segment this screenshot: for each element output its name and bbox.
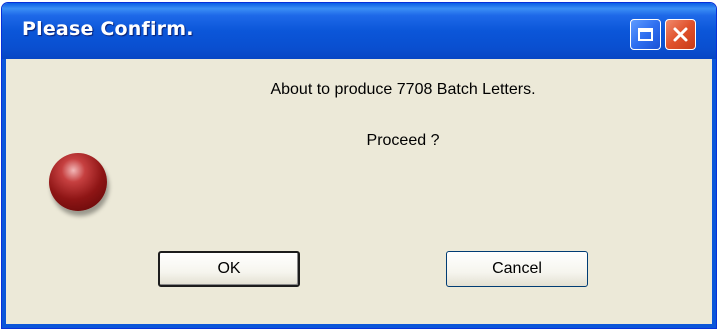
restore-button[interactable] [630,19,661,50]
restore-icon [638,28,653,41]
dialog-title: Please Confirm. [22,18,194,40]
dialog-body: About to produce 7708 Batch Letters. Pro… [2,59,716,328]
confirm-dialog: Please Confirm. About to produce 7708 Ba… [1,2,717,329]
ok-button[interactable]: OK [158,251,300,287]
dialog-message: About to produce 7708 Batch Letters. [270,81,536,98]
close-button[interactable] [665,19,696,50]
cancel-button[interactable]: Cancel [446,251,588,287]
close-icon [673,27,688,42]
dialog-question: Proceed ? [366,132,440,149]
title-bar[interactable]: Please Confirm. [2,3,716,59]
red-ball-icon [49,153,107,211]
